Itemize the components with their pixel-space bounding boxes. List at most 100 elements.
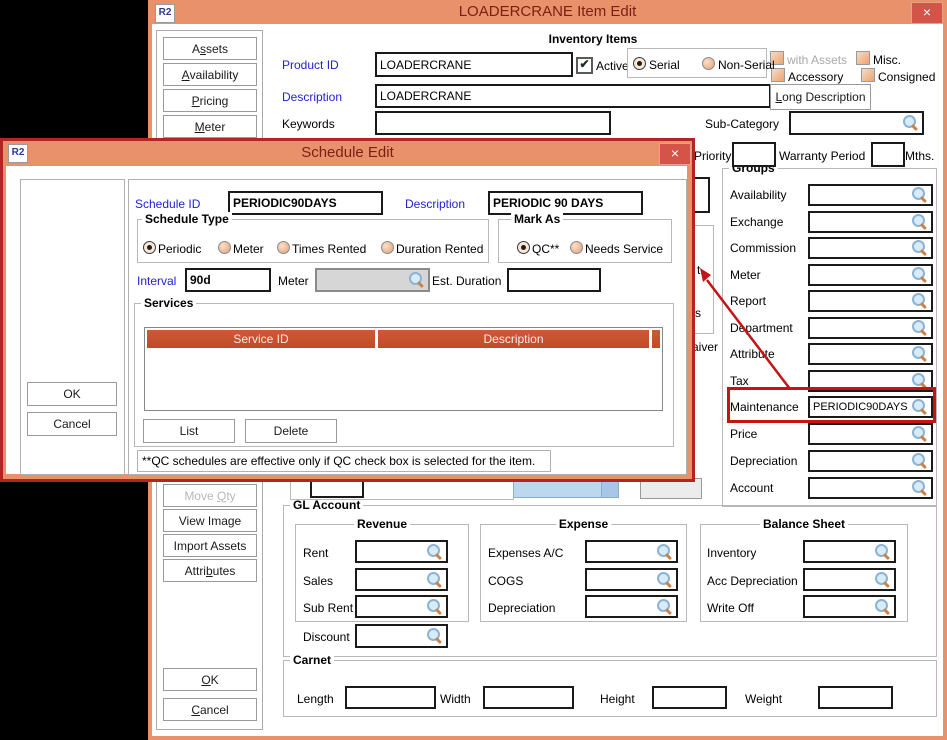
needs-service-label[interactable]: Needs Service bbox=[585, 242, 663, 256]
description-input[interactable]: LOADERCRANE bbox=[375, 84, 771, 108]
list-button[interactable]: List bbox=[143, 419, 235, 443]
search-icon[interactable] bbox=[911, 479, 929, 497]
item-edit-titlebar[interactable]: R2 LOADERCRANE Item Edit × bbox=[148, 0, 947, 24]
write-off-input[interactable] bbox=[803, 595, 896, 618]
discount-input[interactable] bbox=[355, 624, 448, 648]
services-col-description[interactable]: Description bbox=[378, 330, 649, 348]
search-icon[interactable] bbox=[426, 598, 444, 616]
schedule-edit-close-icon[interactable]: × bbox=[659, 143, 691, 165]
gl-account-title: GL Account bbox=[290, 498, 363, 512]
groups-input-exchange[interactable] bbox=[808, 211, 933, 233]
length-input[interactable] bbox=[345, 686, 436, 709]
search-icon[interactable] bbox=[656, 543, 674, 561]
rent-input[interactable] bbox=[355, 540, 448, 563]
serial-radio[interactable] bbox=[633, 57, 646, 70]
acc-depreciation-input[interactable] bbox=[803, 568, 896, 591]
interval-input[interactable]: 90d bbox=[185, 268, 271, 292]
search-icon[interactable] bbox=[911, 213, 929, 231]
misc-checkbox[interactable] bbox=[856, 51, 870, 65]
est-duration-label: Est. Duration bbox=[432, 274, 501, 288]
schedule-edit-titlebar[interactable]: R2 Schedule Edit × bbox=[3, 141, 692, 165]
search-icon[interactable] bbox=[911, 319, 929, 337]
expenses-ac-input[interactable] bbox=[585, 540, 678, 563]
qc-radio[interactable] bbox=[517, 241, 530, 254]
sidebar-button-meter[interactable]: Meter bbox=[163, 115, 257, 138]
search-icon[interactable] bbox=[874, 571, 892, 589]
est-duration-input[interactable] bbox=[507, 268, 601, 292]
product-id-input[interactable]: LOADERCRANE bbox=[375, 52, 573, 77]
search-icon[interactable] bbox=[911, 425, 929, 443]
sidebar-button-import-assets[interactable]: Import Assets bbox=[163, 534, 257, 557]
inventory-input[interactable] bbox=[803, 540, 896, 563]
consigned-label[interactable]: Consigned bbox=[878, 70, 935, 84]
height-input[interactable] bbox=[652, 686, 727, 709]
needs-service-radio[interactable] bbox=[570, 241, 583, 254]
height-label: Height bbox=[600, 692, 635, 706]
delete-button[interactable]: Delete bbox=[245, 419, 337, 443]
weight-input[interactable] bbox=[818, 686, 893, 709]
groups-input-report[interactable] bbox=[808, 290, 933, 312]
search-icon[interactable] bbox=[656, 571, 674, 589]
cancel-button-schedule[interactable]: Cancel bbox=[27, 412, 117, 436]
warranty-period-input[interactable] bbox=[871, 142, 905, 167]
sidebar-button-view-image[interactable]: View Image bbox=[163, 509, 257, 532]
ok-button-main[interactable]: OK bbox=[163, 668, 257, 691]
search-icon[interactable] bbox=[911, 239, 929, 257]
duration-rented-label[interactable]: Duration Rented bbox=[396, 242, 483, 256]
search-icon[interactable] bbox=[426, 571, 444, 589]
sales-input[interactable] bbox=[355, 568, 448, 591]
accessory-label[interactable]: Accessory bbox=[788, 70, 843, 84]
consigned-checkbox[interactable] bbox=[861, 68, 875, 82]
search-icon[interactable] bbox=[656, 598, 674, 616]
groups-input-meter[interactable] bbox=[808, 264, 933, 286]
periodic-radio[interactable] bbox=[143, 241, 156, 254]
sidebar-button-pricing[interactable]: Pricing bbox=[163, 89, 257, 112]
search-icon[interactable] bbox=[874, 543, 892, 561]
qc-label[interactable]: QC** bbox=[532, 242, 559, 256]
serial-label[interactable]: Serial bbox=[649, 58, 680, 72]
search-icon[interactable] bbox=[911, 186, 929, 204]
width-input[interactable] bbox=[483, 686, 574, 709]
active-checkbox[interactable]: ✔ bbox=[576, 57, 593, 74]
search-icon[interactable] bbox=[911, 345, 929, 363]
sidebar-button-attributes[interactable]: Attributes bbox=[163, 559, 257, 582]
meter-type-radio[interactable] bbox=[218, 241, 231, 254]
times-rented-radio[interactable] bbox=[277, 241, 290, 254]
long-description-button[interactable]: Long Description bbox=[770, 84, 871, 110]
groups-input-depreciation[interactable] bbox=[808, 450, 933, 472]
duration-rented-radio[interactable] bbox=[381, 241, 394, 254]
search-icon[interactable] bbox=[426, 543, 444, 561]
ok-button-schedule[interactable]: OK bbox=[27, 382, 117, 406]
sub-rent-input[interactable] bbox=[355, 595, 448, 618]
priority-input[interactable] bbox=[732, 142, 776, 167]
search-icon[interactable] bbox=[911, 292, 929, 310]
depreciation-expense-input[interactable] bbox=[585, 595, 678, 618]
groups-input-availability[interactable] bbox=[808, 184, 933, 206]
services-table[interactable]: Service ID Description bbox=[144, 327, 663, 411]
item-edit-close-icon[interactable]: × bbox=[911, 2, 943, 24]
search-icon[interactable] bbox=[874, 598, 892, 616]
services-col-service-id[interactable]: Service ID bbox=[147, 330, 375, 348]
periodic-label[interactable]: Periodic bbox=[158, 242, 201, 256]
keywords-input[interactable] bbox=[375, 111, 611, 135]
meter-type-label[interactable]: Meter bbox=[233, 242, 264, 256]
search-icon[interactable] bbox=[902, 114, 920, 132]
sidebar-button-assets[interactable]: Assets bbox=[163, 37, 257, 60]
groups-input-attribute[interactable] bbox=[808, 343, 933, 365]
groups-input-department[interactable] bbox=[808, 317, 933, 339]
non-serial-radio[interactable] bbox=[702, 57, 715, 70]
search-icon[interactable] bbox=[911, 452, 929, 470]
search-icon[interactable] bbox=[426, 627, 444, 645]
search-icon[interactable] bbox=[911, 266, 929, 284]
sidebar-button-availability[interactable]: Availability bbox=[163, 63, 257, 86]
groups-input-commission[interactable] bbox=[808, 237, 933, 259]
groups-input-price[interactable] bbox=[808, 423, 933, 445]
schedule-id-input[interactable]: PERIODIC90DAYS bbox=[228, 191, 383, 215]
misc-label[interactable]: Misc. bbox=[873, 53, 901, 67]
non-serial-label[interactable]: Non-Serial bbox=[718, 58, 775, 72]
cancel-button-main[interactable]: Cancel bbox=[163, 698, 257, 721]
sub-category-input[interactable] bbox=[789, 111, 924, 135]
cogs-input[interactable] bbox=[585, 568, 678, 591]
groups-input-account[interactable] bbox=[808, 477, 933, 499]
times-rented-label[interactable]: Times Rented bbox=[292, 242, 366, 256]
